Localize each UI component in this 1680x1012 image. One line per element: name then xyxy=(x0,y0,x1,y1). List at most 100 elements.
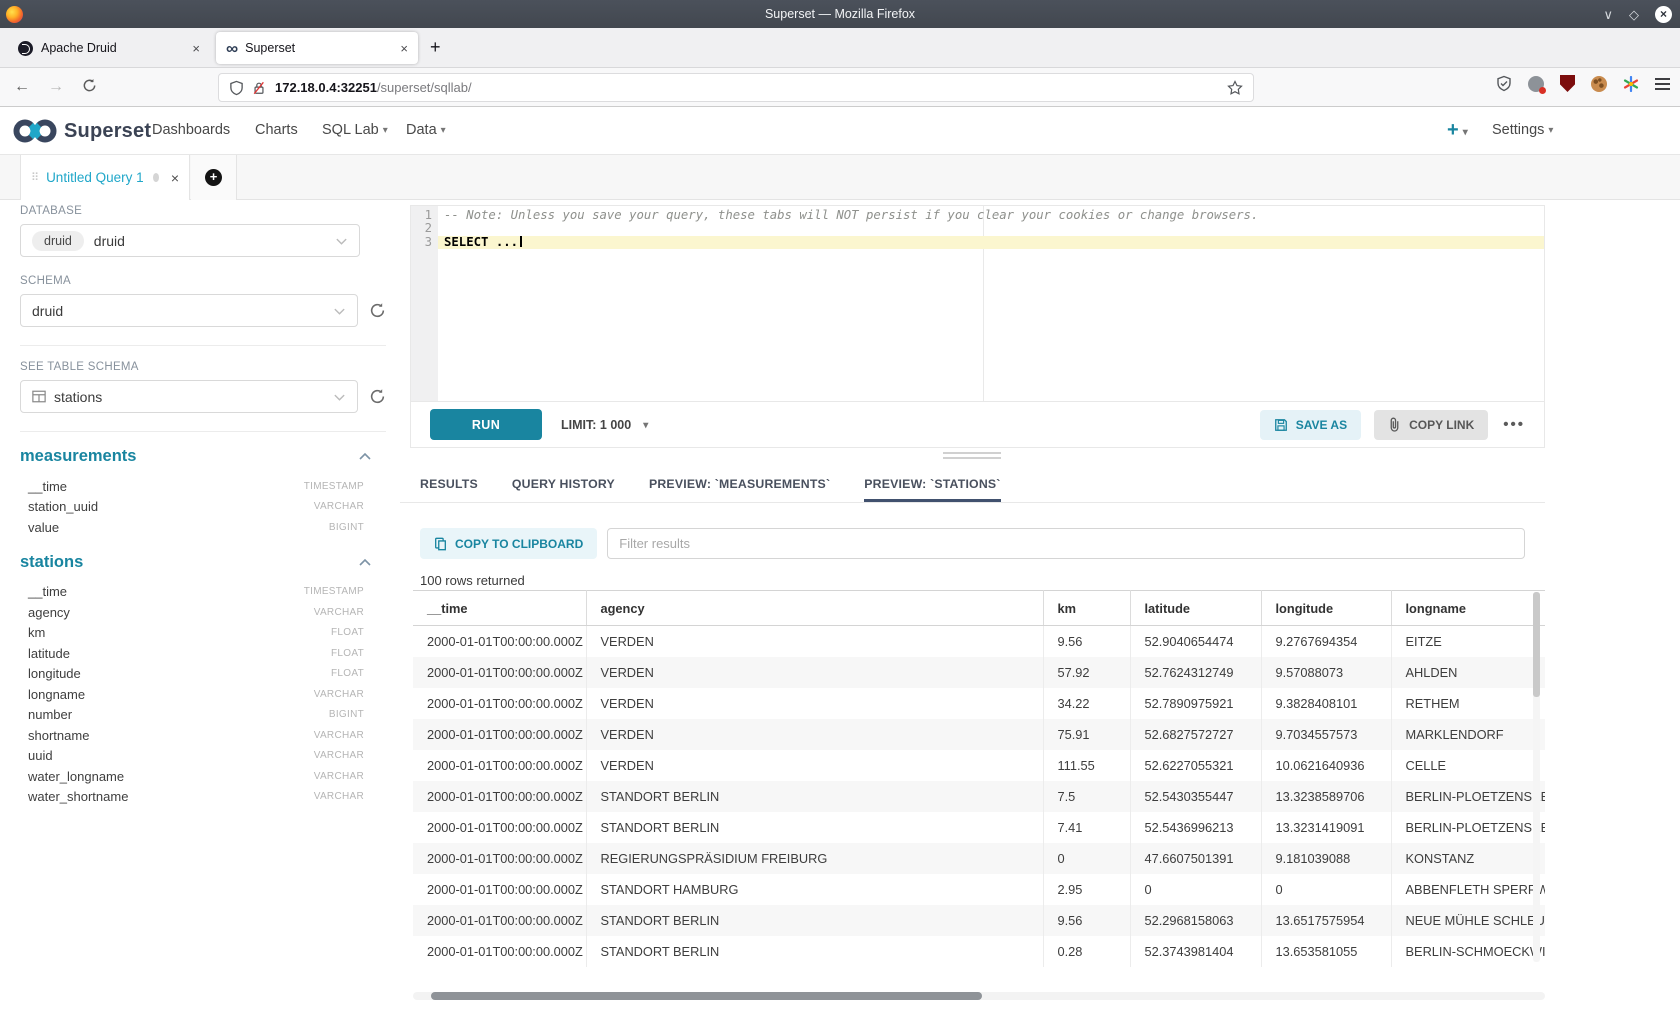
cell-time: 2000-01-01T00:00:00.000Z xyxy=(413,657,586,688)
new-tab-button[interactable]: + xyxy=(430,38,441,56)
tab-close-icon[interactable]: × xyxy=(192,41,200,56)
settings-menu[interactable]: Settings▾ xyxy=(1492,122,1553,138)
cell-km: 75.91 xyxy=(1043,719,1130,750)
table-section-measurements[interactable]: measurements xyxy=(20,447,372,466)
column-header[interactable]: __time xyxy=(413,591,586,626)
table-row[interactable]: 2000-01-01T00:00:00.000Z REGIERUNGSPRÄSI… xyxy=(413,843,1545,874)
database-select[interactable]: druid druid xyxy=(20,224,360,257)
vertical-scrollbar-thumb[interactable] xyxy=(1533,592,1540,697)
forward-icon[interactable]: → xyxy=(48,76,64,98)
tab-query-history[interactable]: QUERY HISTORY xyxy=(512,477,615,502)
back-icon[interactable]: ← xyxy=(14,76,30,98)
results-table-body: 2000-01-01T00:00:00.000Z VERDEN 9.56 52.… xyxy=(413,626,1545,967)
colorful-extension-icon[interactable] xyxy=(1623,76,1639,92)
cell-time: 2000-01-01T00:00:00.000Z xyxy=(413,719,586,750)
tab-preview-measurements[interactable]: PREVIEW: `MEASUREMENTS` xyxy=(649,477,830,502)
table-row[interactable]: 2000-01-01T00:00:00.000Z STANDORT BERLIN… xyxy=(413,936,1545,967)
tab-results[interactable]: RESULTS xyxy=(420,477,478,502)
drag-handle-icon[interactable]: ⠿ xyxy=(31,171,39,184)
window-minimize-icon[interactable]: ∨ xyxy=(1603,8,1613,21)
table-row[interactable]: 2000-01-01T00:00:00.000Z VERDEN 111.55 5… xyxy=(413,750,1545,781)
chevron-up-icon[interactable] xyxy=(358,557,372,568)
nav-sql-lab[interactable]: SQL Lab▾ xyxy=(322,122,388,138)
shield-icon[interactable] xyxy=(229,80,244,96)
refresh-table-icon[interactable] xyxy=(369,388,386,405)
browser-tab-apache-druid[interactable]: Apache Druid × xyxy=(8,32,210,64)
insecure-lock-icon[interactable] xyxy=(252,80,266,96)
results-tab-bar: RESULTS QUERY HISTORY PREVIEW: `MEASUREM… xyxy=(400,465,1545,503)
limit-value: 1 000 xyxy=(600,418,631,432)
filter-results-input[interactable] xyxy=(607,528,1525,559)
reload-icon[interactable] xyxy=(82,78,97,93)
window-maximize-icon[interactable]: ◇ xyxy=(1629,8,1639,21)
run-button[interactable]: RUN xyxy=(430,409,542,440)
tab-preview-stations[interactable]: PREVIEW: `STATIONS` xyxy=(864,477,1000,502)
copy-to-clipboard-button[interactable]: COPY TO CLIPBOARD xyxy=(420,528,597,559)
table-select[interactable]: stations xyxy=(20,380,358,413)
column-header[interactable]: agency xyxy=(586,591,1043,626)
cell-latitude: 52.7890975921 xyxy=(1130,688,1261,719)
nav-sql-lab-label: SQL Lab xyxy=(322,122,379,138)
cell-latitude: 52.7624312749 xyxy=(1130,657,1261,688)
column-name: water_longname xyxy=(28,769,124,784)
schema-column-row: agency VARCHAR xyxy=(20,602,364,623)
tab-close-icon[interactable]: × xyxy=(400,41,408,56)
chevron-up-icon[interactable] xyxy=(358,451,372,462)
protections-shield-icon[interactable] xyxy=(1496,75,1512,92)
schema-column-row: __time TIMESTAMP xyxy=(20,582,364,603)
table-row[interactable]: 2000-01-01T00:00:00.000Z VERDEN 75.91 52… xyxy=(413,719,1545,750)
query-tab-close-icon[interactable]: × xyxy=(171,170,179,186)
nav-dashboards[interactable]: Dashboards xyxy=(152,122,230,138)
ublock-extension-icon[interactable] xyxy=(1560,75,1575,92)
vertical-scrollbar[interactable] xyxy=(1533,592,1540,962)
add-new-button[interactable]: +▾ xyxy=(1447,119,1468,142)
superset-logo[interactable]: Superset xyxy=(12,117,151,145)
bookmark-star-icon[interactable] xyxy=(1227,80,1243,96)
sql-comment-line: -- Note: Unless you save your query, the… xyxy=(438,209,1544,222)
column-header[interactable]: longname xyxy=(1391,591,1545,626)
column-header[interactable]: longitude xyxy=(1261,591,1391,626)
cell-agency: STANDORT BERLIN xyxy=(586,781,1043,812)
pane-resize-handle[interactable] xyxy=(943,452,1001,462)
copy-link-label: COPY LINK xyxy=(1409,418,1474,432)
add-query-tab-button[interactable]: + xyxy=(191,155,237,200)
schema-select[interactable]: druid xyxy=(20,294,358,327)
nav-data[interactable]: Data▾ xyxy=(406,122,446,138)
table-name-link[interactable]: stations xyxy=(20,553,83,572)
privacy-extension-icon[interactable] xyxy=(1528,76,1544,92)
nav-charts[interactable]: Charts xyxy=(255,122,298,138)
table-name-link[interactable]: measurements xyxy=(20,447,136,466)
sql-editor[interactable]: 1 2 3 -- Note: Unless you save your quer… xyxy=(411,206,1544,402)
table-row[interactable]: 2000-01-01T00:00:00.000Z STANDORT BERLIN… xyxy=(413,781,1545,812)
table-value: stations xyxy=(54,389,102,405)
cell-longitude: 10.0621640936 xyxy=(1261,750,1391,781)
table-row[interactable]: 2000-01-01T00:00:00.000Z VERDEN 34.22 52… xyxy=(413,688,1545,719)
save-as-button[interactable]: SAVE AS xyxy=(1260,410,1361,440)
window-close-icon[interactable]: × xyxy=(1655,6,1672,23)
more-options-button[interactable]: ••• xyxy=(1503,416,1525,433)
table-row[interactable]: 2000-01-01T00:00:00.000Z VERDEN 9.56 52.… xyxy=(413,626,1545,657)
cell-km: 34.22 xyxy=(1043,688,1130,719)
url-bar[interactable]: 172.18.0.4:32251/superset/sqllab/ xyxy=(218,73,1254,102)
horizontal-scrollbar-thumb[interactable] xyxy=(431,992,982,1000)
query-tab-untitled-query-1[interactable]: ⠿ Untitled Query 1 × xyxy=(20,155,190,200)
table-row[interactable]: 2000-01-01T00:00:00.000Z STANDORT HAMBUR… xyxy=(413,874,1545,905)
limit-control[interactable]: LIMIT: 1 000▾ xyxy=(561,418,648,432)
browser-tab-superset[interactable]: ∞ Superset × xyxy=(216,32,418,64)
editor-gutter: 1 2 3 xyxy=(411,206,438,402)
save-as-label: SAVE AS xyxy=(1296,418,1347,432)
refresh-schema-icon[interactable] xyxy=(369,302,386,319)
column-name: number xyxy=(28,707,72,722)
copy-link-button[interactable]: COPY LINK xyxy=(1374,410,1488,440)
column-header[interactable]: latitude xyxy=(1130,591,1261,626)
table-section-stations[interactable]: stations xyxy=(20,553,372,572)
table-row[interactable]: 2000-01-01T00:00:00.000Z STANDORT BERLIN… xyxy=(413,812,1545,843)
cell-agency: VERDEN xyxy=(586,688,1043,719)
horizontal-scrollbar[interactable] xyxy=(413,992,1545,1000)
cookie-extension-icon[interactable] xyxy=(1591,76,1607,92)
column-header[interactable]: km xyxy=(1043,591,1130,626)
chevron-down-icon xyxy=(335,235,348,247)
table-row[interactable]: 2000-01-01T00:00:00.000Z STANDORT BERLIN… xyxy=(413,905,1545,936)
table-row[interactable]: 2000-01-01T00:00:00.000Z VERDEN 57.92 52… xyxy=(413,657,1545,688)
menu-hamburger-icon[interactable] xyxy=(1655,83,1670,85)
